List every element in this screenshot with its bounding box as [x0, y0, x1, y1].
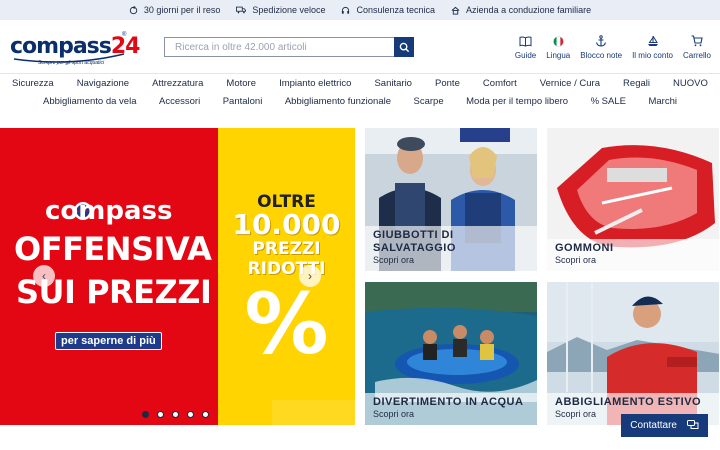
- contact-label: Contattare: [630, 420, 677, 431]
- tile-title-2: SALVATAGGIO: [373, 242, 456, 254]
- nav-item[interactable]: Comfort: [483, 78, 517, 89]
- tile-title: GIUBBOTTI DI: [373, 229, 454, 241]
- tile-subtitle: Scopri ora: [373, 255, 415, 265]
- category-nav-secondary: Abbigliamento da vela Accessori Pantalon…: [0, 92, 720, 111]
- topbar: 30 giorni per il reso Spedizione veloce …: [0, 0, 720, 20]
- carousel-dot[interactable]: [157, 411, 164, 418]
- nav-item[interactable]: Sanitario: [374, 78, 412, 89]
- nav-item[interactable]: Regali: [623, 78, 650, 89]
- topbar-item-shipping: Spedizione veloce: [236, 5, 325, 15]
- tile-title: DIVERTIMENTO IN ACQUA: [373, 396, 524, 408]
- category-nav-primary: Sicurezza Navigazione Attrezzatura Motor…: [0, 73, 720, 92]
- truck-icon: [236, 6, 247, 14]
- topbar-item-family: Azienda a conduzione familiare: [451, 5, 591, 15]
- hero-brand: compass: [45, 196, 173, 226]
- carousel-dot[interactable]: [187, 411, 194, 418]
- nav-item[interactable]: Pantaloni: [223, 96, 263, 107]
- language-button[interactable]: Lingua: [546, 34, 570, 60]
- header-actions: Guide Lingua Blocco note Il mio conto Ca…: [515, 34, 711, 60]
- language-label: Lingua: [546, 51, 571, 60]
- nav-item[interactable]: Vernice / Cura: [540, 78, 600, 89]
- nav-item[interactable]: Marchi: [648, 96, 677, 107]
- logo-tagline: Sempre per gli sport acquatici: [38, 59, 105, 66]
- tile-label: GIUBBOTTI DI SALVATAGGIO Scopri ora: [365, 226, 537, 271]
- account-label: Il mio conto: [632, 51, 673, 60]
- nav-item[interactable]: Abbigliamento da vela: [43, 96, 136, 107]
- notepad-label: Blocco note: [580, 51, 623, 60]
- tile-title: GOMMONI: [555, 242, 614, 254]
- carousel-next-button[interactable]: ›: [299, 265, 321, 287]
- nav-item[interactable]: Attrezzatura: [152, 78, 203, 89]
- guide-label: Guide: [514, 51, 537, 60]
- contact-button[interactable]: Contattare: [621, 414, 708, 437]
- chevron-left-icon: ‹: [42, 269, 46, 283]
- promo-prezzi: PREZZI: [252, 239, 321, 259]
- nav-item[interactable]: Abbigliamento funzionale: [285, 96, 391, 107]
- tile-summer-clothing[interactable]: ABBIGLIAMENTO ESTIVO Scopri ora: [547, 282, 719, 425]
- nav-item[interactable]: Impianto elettrico: [279, 78, 351, 89]
- account-button[interactable]: Il mio conto: [632, 34, 673, 60]
- promo-count: 10.000: [232, 208, 341, 241]
- logo-wordmark: compass24: [10, 33, 140, 59]
- carousel-dot[interactable]: [202, 411, 209, 418]
- topbar-label-shipping: Spedizione veloce: [252, 5, 326, 15]
- topbar-item-consulting: Consulenza tecnica: [341, 5, 435, 15]
- tile-water-fun[interactable]: DIVERTIMENTO IN ACQUA Scopri ora: [365, 282, 537, 425]
- hero-overlay-box: [272, 400, 355, 425]
- nav-item[interactable]: Accessori: [159, 96, 200, 107]
- tile-life-jackets[interactable]: GIUBBOTTI DI SALVATAGGIO Scopri ora: [365, 128, 537, 271]
- cart-button[interactable]: Carrello: [683, 34, 711, 60]
- headset-icon: [342, 6, 350, 14]
- topbar-item-returns: 30 giorni per il reso: [129, 5, 221, 15]
- header: compass24 ® Sempre per gli sport acquati…: [0, 20, 720, 73]
- guide-button[interactable]: Guide: [515, 34, 536, 60]
- topbar-label-family: Azienda a conduzione familiare: [466, 5, 592, 15]
- search-button[interactable]: [394, 37, 414, 57]
- search-icon: [399, 42, 409, 52]
- tile-label: DIVERTIMENTO IN ACQUA Scopri ora: [365, 393, 537, 425]
- tile-subtitle: Scopri ora: [555, 255, 597, 265]
- cart-label: Carrello: [682, 51, 711, 60]
- guide-icon: [519, 36, 532, 47]
- house-icon: [451, 6, 460, 15]
- nav-item[interactable]: Scarpe: [414, 96, 444, 107]
- carousel-dots: [142, 411, 209, 418]
- notepad-button[interactable]: Blocco note: [580, 34, 622, 60]
- site-logo[interactable]: compass24 ® Sempre per gli sport acquati…: [10, 27, 140, 67]
- search-input[interactable]: [164, 37, 394, 57]
- nav-item[interactable]: Moda per il tempo libero: [466, 96, 568, 107]
- nav-item[interactable]: Motore: [226, 78, 256, 89]
- anchor-icon: [596, 35, 607, 47]
- carousel-dot[interactable]: [172, 411, 179, 418]
- hero-headline-1: OFFENSIVA: [14, 230, 212, 268]
- flag-it-icon: [552, 35, 564, 47]
- cart-icon: [691, 35, 703, 47]
- nav-item[interactable]: % SALE: [591, 96, 626, 107]
- promo-percent: %: [244, 275, 329, 373]
- tile-dinghies[interactable]: GOMMONI Scopri ora: [547, 128, 719, 271]
- chat-icon: [687, 420, 699, 429]
- chevron-right-icon: ›: [308, 269, 312, 283]
- nav-item[interactable]: NUOVO: [673, 78, 708, 89]
- tile-title: ABBIGLIAMENTO ESTIVO: [555, 396, 702, 408]
- nav-item[interactable]: Navigazione: [77, 78, 129, 89]
- carousel-prev-button[interactable]: ‹: [33, 265, 55, 287]
- rotate-icon: [129, 5, 138, 14]
- nav-item[interactable]: Ponte: [435, 78, 460, 89]
- search-bar: [164, 37, 414, 57]
- topbar-label-consulting: Consulenza tecnica: [356, 5, 436, 15]
- hero-cta-button[interactable]: per saperne di più: [55, 332, 162, 350]
- tile-label: GOMMONI Scopri ora: [547, 239, 719, 271]
- nav-item[interactable]: Sicurezza: [12, 78, 54, 89]
- carousel-dot[interactable]: [142, 411, 149, 418]
- tile-subtitle: Scopri ora: [373, 409, 415, 419]
- sailboat-icon: [647, 35, 658, 46]
- logo-registered: ®: [122, 31, 127, 38]
- topbar-label-returns: 30 giorni per il reso: [143, 5, 221, 15]
